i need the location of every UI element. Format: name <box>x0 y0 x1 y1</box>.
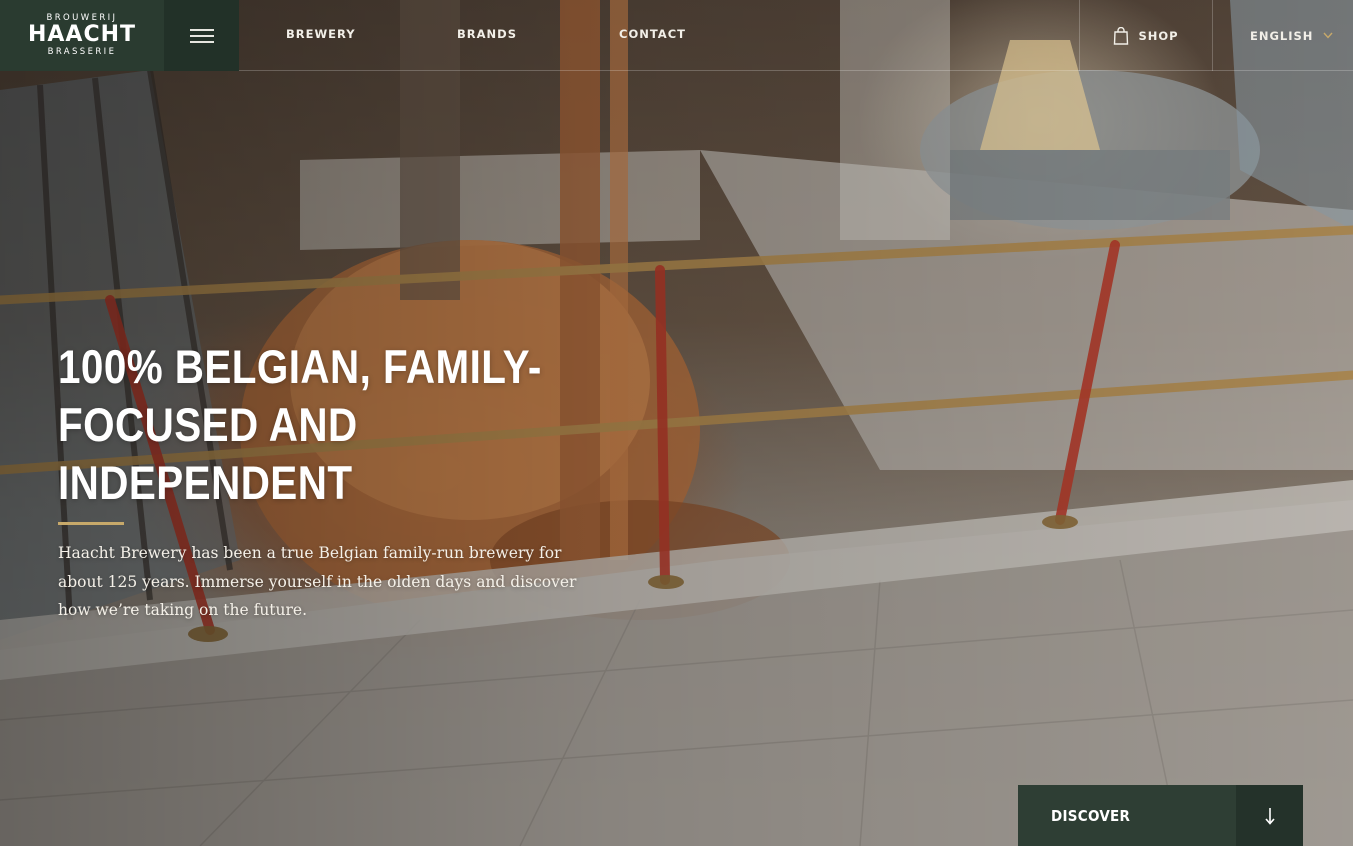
language-selector[interactable]: ENGLISH <box>1213 0 1353 71</box>
haacht-logo[interactable]: BROUWERIJ HAACHT BRASSERIE <box>0 0 164 71</box>
hero-content: 100% BELGIAN, FAMILY- FOCUSED AND INDEPE… <box>58 338 618 625</box>
accent-rule <box>58 522 124 525</box>
nav-link-brewery[interactable]: BREWERY <box>286 27 356 41</box>
logo-bottom-text: BRASSERIE <box>47 47 117 57</box>
arrow-down-icon <box>1264 807 1275 825</box>
language-label: ENGLISH <box>1250 28 1314 43</box>
chevron-down-icon <box>1323 32 1333 39</box>
menu-button[interactable] <box>164 0 239 71</box>
nav-link-brands[interactable]: BRANDS <box>457 27 517 41</box>
shopping-bag-icon <box>1114 26 1129 45</box>
hamburger-menu-icon <box>189 28 214 43</box>
discover-label-box: DISCOVER <box>1018 785 1236 846</box>
logo-main-text: HAACHT <box>27 22 137 47</box>
hero-title-line-2: FOCUSED AND INDEPENDENT <box>58 398 358 509</box>
shop-link[interactable]: SHOP <box>1080 0 1212 71</box>
discover-button[interactable]: DISCOVER <box>1018 785 1303 846</box>
shop-label: SHOP <box>1138 28 1179 43</box>
discover-arrow-box <box>1236 785 1303 846</box>
homepage-hero: BROUWERIJ HAACHT BRASSERIE BREWERY BRAND… <box>0 0 1353 846</box>
hero-title: 100% BELGIAN, FAMILY- FOCUSED AND INDEPE… <box>58 338 617 512</box>
hero-title-line-1: 100% BELGIAN, FAMILY- <box>58 340 542 393</box>
hero-description: Haacht Brewery has been a true Belgian f… <box>58 544 577 619</box>
nav-link-contact[interactable]: CONTACT <box>619 27 686 41</box>
site-header: BROUWERIJ HAACHT BRASSERIE BREWERY BRAND… <box>0 0 1353 71</box>
discover-label: DISCOVER <box>1051 806 1131 825</box>
